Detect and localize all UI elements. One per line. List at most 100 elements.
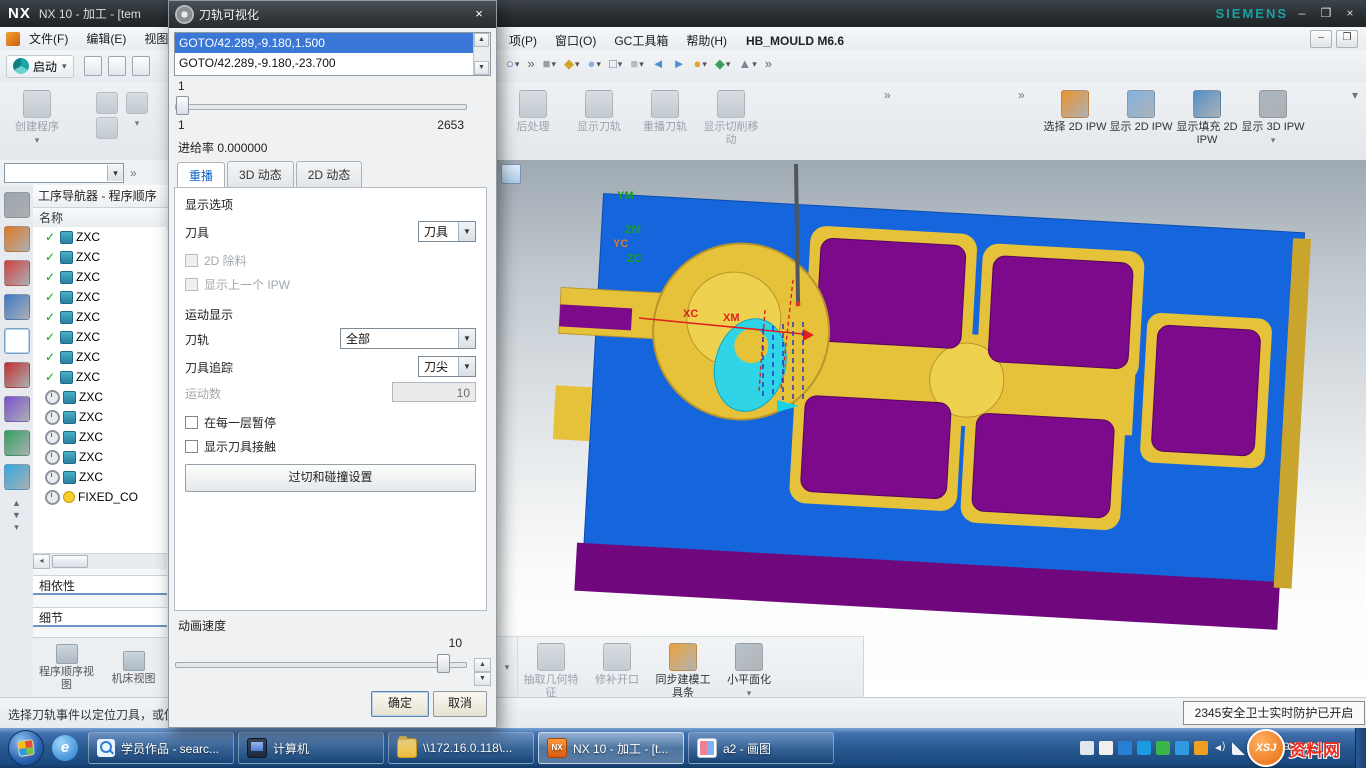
internet-explorer-icon[interactable]: e xyxy=(52,735,78,761)
show-tool-contact-checkbox[interactable]: 显示刀具接触 xyxy=(185,438,276,455)
start-menu-button[interactable]: 启动 ▾ xyxy=(6,55,74,78)
orange-tray-icon[interactable] xyxy=(1194,741,1208,755)
checkbox-icon[interactable] xyxy=(185,278,198,291)
tab-3d-dynamic[interactable]: 3D 动态 xyxy=(227,161,294,188)
operation-navigator-icon[interactable] xyxy=(4,328,30,354)
gear-icon[interactable] xyxy=(4,192,30,218)
animation-speed-slider[interactable] xyxy=(175,654,467,673)
network-tray-icon[interactable] xyxy=(1232,741,1246,755)
graphics-viewport[interactable]: YMZMYCZCXCXM ▾ 抽取几何特征▾修补开口同步建模工具条小平面化▾ xyxy=(497,160,1366,697)
volume-tray-icon[interactable] xyxy=(1213,741,1227,755)
overflow-chevron-button[interactable]: » xyxy=(524,54,537,74)
shield-2345-tray-icon[interactable] xyxy=(1118,741,1132,755)
ribbon-more-icon[interactable]: ▾ xyxy=(1352,88,1358,102)
dialog-titlebar[interactable]: 刀轨可视化 × xyxy=(169,1,496,28)
motion-count-field[interactable]: 10 xyxy=(392,382,476,402)
pocket-purple[interactable] xyxy=(816,238,967,349)
machine-view-button[interactable]: 机床视图 xyxy=(103,651,165,686)
2d-removal-checkbox[interactable]: 2D 除料 xyxy=(185,252,247,269)
taskbar-item-network-folder[interactable]: \\172.16.0.118\... xyxy=(388,732,534,764)
list-vertical-scrollbar[interactable]: ▲ ▼ xyxy=(473,33,490,75)
tree-row[interactable]: ✓ZXC xyxy=(33,287,167,307)
pocket-purple[interactable] xyxy=(971,413,1114,519)
menu-item[interactable]: 窗口(O) xyxy=(546,29,605,52)
tool-trace-combobox[interactable]: 刀尖 ▼ xyxy=(418,356,476,377)
tree-horizontal-scrollbar[interactable]: ◂ xyxy=(33,553,167,569)
slider-track[interactable] xyxy=(175,104,467,110)
assembly-navigator-icon[interactable] xyxy=(4,226,30,252)
keyboard-tray-icon[interactable] xyxy=(1080,741,1094,755)
scroll-up-icon[interactable]: ▲ xyxy=(474,33,489,47)
tree-row[interactable]: FIXED_CO xyxy=(33,487,167,507)
pocket-purple[interactable] xyxy=(1151,325,1261,457)
tree-row[interactable]: ✓ZXC xyxy=(33,367,167,387)
details-section-header[interactable]: 细节 xyxy=(33,607,167,627)
pocket-purple[interactable] xyxy=(988,255,1134,369)
scrollbar-thumb[interactable] xyxy=(52,555,88,568)
show-filled-2d-ipw-button[interactable]: 显示填充 2D IPW xyxy=(1174,84,1240,146)
slider-track[interactable] xyxy=(175,662,467,668)
toolbar-overflow-icon[interactable]: ▾ xyxy=(497,637,518,697)
child-restore-icon[interactable]: ❐ xyxy=(1336,30,1358,48)
dialog-spinner[interactable]: ▲ ▼ xyxy=(474,658,491,686)
tree-row[interactable]: ✓ZXC xyxy=(33,347,167,367)
process-assistant-icon[interactable] xyxy=(4,430,30,456)
tree-row[interactable]: ZXC xyxy=(33,467,167,487)
goto-line[interactable]: GOTO/42.289,-9.180,-23.700 xyxy=(175,53,490,73)
shaded-display-button[interactable]: ●▾ xyxy=(585,54,604,74)
menu-item[interactable]: 帮助(H) xyxy=(677,29,736,52)
pocket-purple[interactable] xyxy=(800,395,951,499)
tree-row[interactable]: ✓ZXC xyxy=(33,247,167,267)
tree-row[interactable]: ✓ZXC xyxy=(33,307,167,327)
menu-item[interactable]: 文件(F) xyxy=(20,29,77,49)
ok-button[interactable]: 确定 xyxy=(371,691,429,717)
tree-row[interactable]: ✓ZXC xyxy=(33,267,167,287)
selection-filter-combobox[interactable]: ▾ xyxy=(4,163,124,183)
tree-row[interactable]: ✓ZXC xyxy=(33,227,167,247)
minimize-icon[interactable]: – xyxy=(1290,3,1314,23)
create-geometry-icon[interactable] xyxy=(96,117,118,139)
part-navigator-icon[interactable] xyxy=(4,294,30,320)
replay-toolpath-button[interactable]: 重播刀轨 xyxy=(632,84,698,146)
slider-thumb[interactable] xyxy=(176,96,189,115)
taskbar-item-paint[interactable]: a2 - 画图 xyxy=(688,732,834,764)
menu-item[interactable]: 编辑(E) xyxy=(77,29,135,49)
render-style-button[interactable]: ●▾ xyxy=(690,54,709,74)
create-tool-icon[interactable] xyxy=(96,92,118,114)
machine-tool-navigator-icon[interactable] xyxy=(4,396,30,422)
sync-modeling-button[interactable]: 同步建模工具条 xyxy=(650,637,716,697)
internet-browser-icon[interactable] xyxy=(4,464,30,490)
layer-window-button[interactable]: ■▾ xyxy=(627,54,646,74)
ime-tray-icon[interactable] xyxy=(1099,741,1113,755)
close-icon[interactable]: × xyxy=(1338,3,1362,23)
scroll-down-icon[interactable]: ▼ xyxy=(9,510,25,520)
goto-line[interactable]: GOTO/42.289,-9.180,1.500 xyxy=(175,33,490,53)
new-file-icon[interactable] xyxy=(84,56,102,76)
save-file-icon[interactable] xyxy=(132,56,150,76)
post-process-button[interactable]: 后处理 xyxy=(500,84,566,146)
patch-opening-button[interactable]: 修补开口 xyxy=(584,637,650,687)
overflow-chevron-icon[interactable]: » xyxy=(1018,88,1025,102)
tree-row[interactable]: ZXC xyxy=(33,407,167,427)
measure-button[interactable]: ▲▾ xyxy=(735,54,759,74)
menu-item[interactable]: 项(P) xyxy=(500,29,546,52)
show-last-ipw-checkbox[interactable]: 显示上一个 IPW xyxy=(185,276,290,293)
goto-event-list[interactable]: GOTO/42.289,-9.180,1.500GOTO/42.289,-9.1… xyxy=(174,32,491,76)
extract-geometry-button[interactable]: 抽取几何特征▾ xyxy=(518,637,584,697)
restore-icon[interactable]: ❐ xyxy=(1314,3,1338,23)
spin-down-icon[interactable]: ▼ xyxy=(474,672,491,686)
create-program-button[interactable]: 创建程序▾ xyxy=(4,84,70,146)
navigator-column-header[interactable]: 名称 xyxy=(33,208,168,229)
constraint-navigator-icon[interactable] xyxy=(4,260,30,286)
dialog-close-icon[interactable]: × xyxy=(468,5,490,23)
select-2d-ipw-button[interactable]: 选择 2D IPW xyxy=(1042,84,1108,146)
checkbox-icon[interactable] xyxy=(185,254,198,267)
wireframe-display-button[interactable]: □▾ xyxy=(606,54,625,74)
overflow-chevron-button[interactable]: » xyxy=(762,54,775,74)
show-3d-ipw-button[interactable]: 显示 3D IPW▾ xyxy=(1240,84,1306,146)
scroll-up-icon[interactable]: ▲ xyxy=(9,498,25,508)
show-toolpath-button[interactable]: 显示刀轨 xyxy=(566,84,632,146)
facet-body-button[interactable]: 小平面化▾ xyxy=(716,637,782,697)
rail-more-icon[interactable]: ▾ xyxy=(9,522,25,533)
rotate-view-button[interactable]: ► xyxy=(670,54,689,74)
